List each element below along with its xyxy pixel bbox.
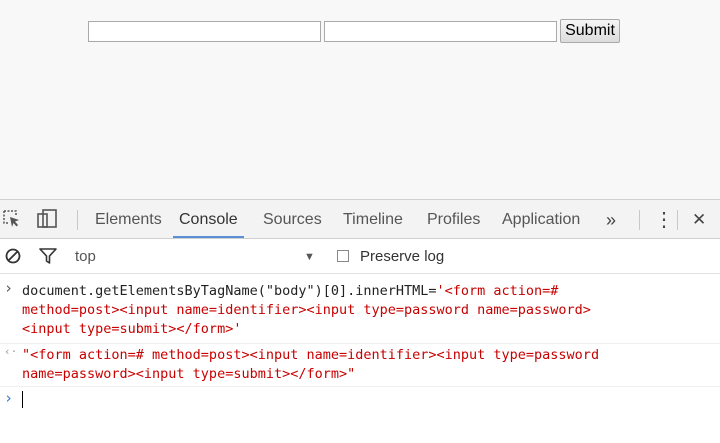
tab-timeline[interactable]: Timeline [343,200,403,238]
command-string: '<form action=# [436,283,559,299]
command-code: document.getElementsByTagName("body")[0]… [22,283,437,299]
close-icon[interactable]: ✕ [692,200,706,238]
preserve-log-label: Preserve log [360,248,445,265]
page-viewport: Submit [0,0,720,199]
console-result-entry: ‹· "<form action=# method=post><input na… [0,343,720,387]
console-filterbar: top ▼ Preserve log [0,239,720,274]
toolbar-divider [677,210,678,230]
tab-console[interactable]: Console [173,200,244,238]
more-tabs-icon[interactable]: » [606,200,616,238]
filter-icon[interactable] [38,247,58,270]
console-output: › document.getElementsByTagName("body")[… [0,274,720,443]
input-prompt-icon: › [4,389,14,407]
preserve-log-checkbox[interactable] [337,250,349,262]
output-prompt-icon: ‹· [4,345,18,358]
toolbar-divider [639,210,640,230]
tab-application[interactable]: Application [502,200,580,238]
console-command-entry: › document.getElementsByTagName("body")[… [0,279,720,339]
tab-profiles[interactable]: Profiles [427,200,480,238]
tab-sources[interactable]: Sources [263,200,322,238]
result-string: name=password><input type=submit></form>… [22,366,356,382]
input-prompt-icon: › [4,279,14,297]
devtools-panel: Elements Console Sources Timeline Profil… [0,199,720,443]
console-input[interactable]: › [0,389,720,409]
login-form: Submit [88,19,620,43]
devtools-tabbar: Elements Console Sources Timeline Profil… [0,200,720,239]
password-input[interactable] [324,20,557,42]
submit-button[interactable]: Submit [560,19,620,43]
execution-context-select[interactable]: top [75,239,96,273]
clear-console-icon[interactable] [4,247,22,270]
tab-elements[interactable]: Elements [95,200,162,238]
command-string: method=post><input name=identifier><inpu… [22,302,591,318]
device-toolbar-icon[interactable] [36,209,57,229]
command-string: <input type=submit></form>' [22,321,242,337]
inspect-element-icon[interactable] [2,209,22,229]
customize-menu-icon[interactable]: ⋮ [654,200,674,238]
toolbar-divider [77,210,78,230]
chevron-down-icon[interactable]: ▼ [304,239,315,273]
text-caret [22,390,23,408]
result-string: "<form action=# method=post><input name=… [22,347,600,363]
identifier-input[interactable] [88,20,321,42]
